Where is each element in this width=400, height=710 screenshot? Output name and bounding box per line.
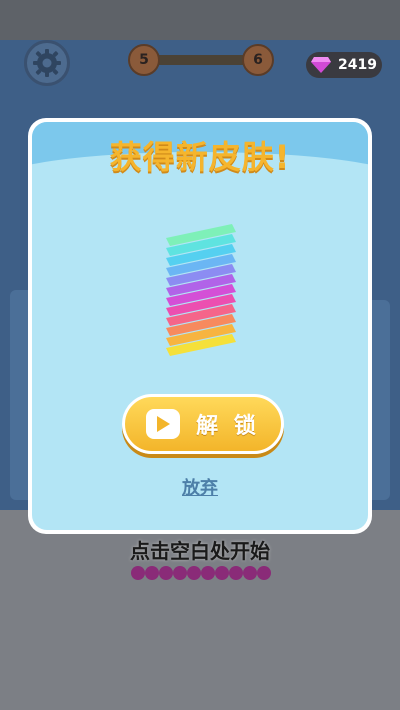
next-level-badge: 6 xyxy=(242,44,274,76)
settings-button[interactable] xyxy=(24,40,70,86)
gem-count: 2419 xyxy=(338,57,377,73)
unlock-label: 解 锁 xyxy=(196,414,260,439)
player-dots xyxy=(131,566,271,580)
diamond-icon xyxy=(311,57,331,73)
dialog-title: 获得新皮肤! xyxy=(109,138,291,176)
level-progress-track xyxy=(144,55,258,65)
gear-icon xyxy=(33,49,61,77)
current-level-badge: 5 xyxy=(128,44,160,76)
unlock-button[interactable]: 解 锁 xyxy=(122,394,284,454)
play-video-icon xyxy=(146,409,181,439)
level-progress: 5 6 xyxy=(128,44,274,76)
give-up-link[interactable]: 放弃 xyxy=(32,474,368,500)
new-skin-dialog: 获得新皮肤! 解 锁 放弃 xyxy=(28,118,372,534)
skin-preview-image xyxy=(166,224,236,356)
gem-counter: 2419 xyxy=(306,52,382,78)
dialog-body: 获得新皮肤! 解 锁 放弃 xyxy=(32,122,368,530)
